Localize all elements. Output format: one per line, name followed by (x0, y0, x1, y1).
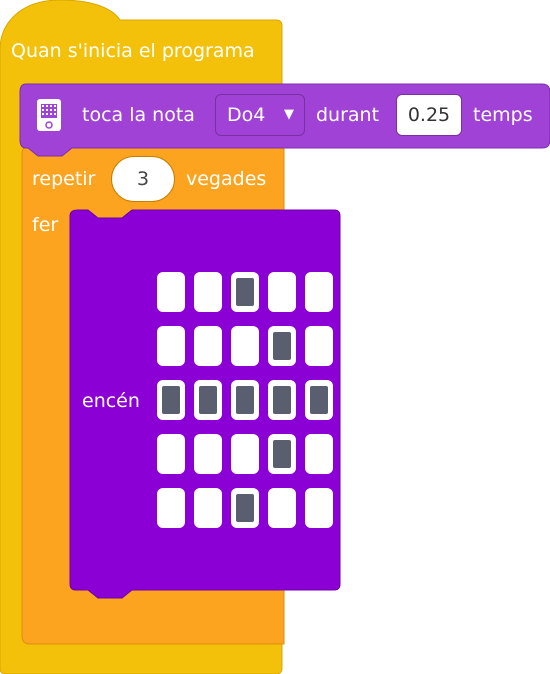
led-cell-r0-c4[interactable] (305, 272, 333, 312)
do-label: fer (32, 214, 59, 236)
led-cell-r4-c3[interactable] (268, 488, 296, 528)
beats-input[interactable]: 0.25 (396, 94, 462, 136)
note-value: Do4 (227, 104, 266, 126)
repeat-times-input[interactable]: 3 (111, 156, 175, 202)
led-cell-r3-c0[interactable] (157, 434, 185, 474)
chevron-down-icon: ▼ (284, 107, 294, 122)
led-cell-r2-c2[interactable] (231, 380, 259, 420)
led-cell-r0-c0[interactable] (157, 272, 185, 312)
led-cell-r2-c1[interactable] (194, 380, 222, 420)
led-cell-r4-c4[interactable] (305, 488, 333, 528)
led-cell-r3-c3[interactable] (268, 434, 296, 474)
play-note-label: toca la nota (82, 104, 195, 126)
led-cell-r2-c0[interactable] (157, 380, 185, 420)
led-cell-r1-c1[interactable] (194, 326, 222, 366)
led-cell-r0-c3[interactable] (268, 272, 296, 312)
microbit-icon (37, 99, 61, 131)
led-cell-r2-c4[interactable] (305, 380, 333, 420)
led-cell-r0-c1[interactable] (194, 272, 222, 312)
event-label: Quan s'inicia el programa (11, 40, 255, 62)
led-cell-r4-c2[interactable] (231, 488, 259, 528)
plot-label: encén (82, 390, 140, 412)
led-cell-r3-c4[interactable] (305, 434, 333, 474)
led-cell-r3-c2[interactable] (231, 434, 259, 474)
led-cell-r3-c1[interactable] (194, 434, 222, 474)
note-dropdown[interactable]: Do4 ▼ (215, 94, 305, 136)
led-cell-r1-c4[interactable] (305, 326, 333, 366)
led-cell-r4-c1[interactable] (194, 488, 222, 528)
led-cell-r2-c3[interactable] (268, 380, 296, 420)
times-label: vegades (186, 168, 267, 190)
led-cell-r0-c2[interactable] (231, 272, 259, 312)
beats-label: temps (473, 104, 533, 126)
led-cell-r1-c0[interactable] (157, 326, 185, 366)
repeat-label: repetir (32, 168, 96, 190)
led-cell-r4-c0[interactable] (157, 488, 185, 528)
during-label: durant (316, 104, 380, 126)
led-cell-r1-c3[interactable] (268, 326, 296, 366)
led-cell-r1-c2[interactable] (231, 326, 259, 366)
